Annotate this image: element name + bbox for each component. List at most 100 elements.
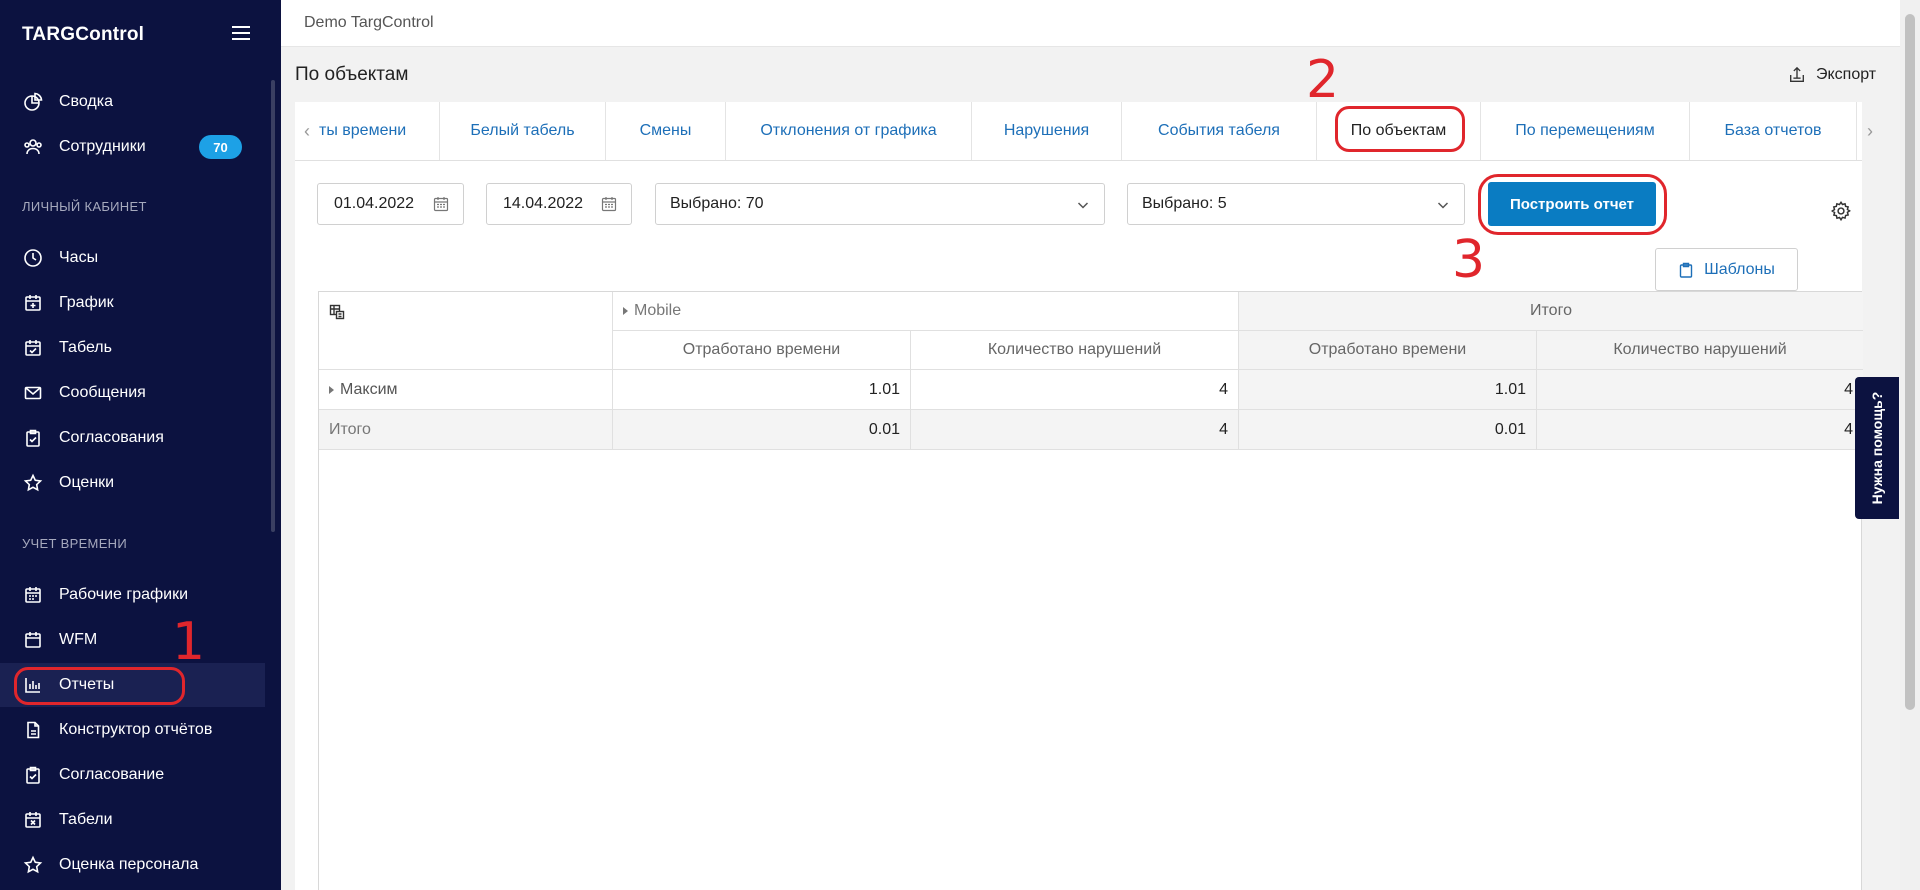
cell-total-worked: 0.01 bbox=[1239, 410, 1537, 450]
calendar-check-icon bbox=[22, 337, 44, 359]
help-label: Нужна помощь? bbox=[1869, 391, 1885, 505]
date-to-value: 14.04.2022 bbox=[503, 195, 584, 212]
sidebar-item-messages[interactable]: Сообщения bbox=[0, 371, 265, 415]
expand-triangle-icon[interactable] bbox=[623, 307, 628, 315]
sidebar-item-summary[interactable]: Сводка bbox=[0, 80, 265, 124]
menu-toggle-icon[interactable] bbox=[232, 26, 254, 42]
star-icon bbox=[22, 854, 44, 876]
chart-pie-icon bbox=[22, 91, 44, 113]
users-icon bbox=[22, 136, 44, 158]
tabs-scroll-left-icon[interactable]: ‹ bbox=[295, 102, 319, 160]
employees-select[interactable]: Выбрано: 70 bbox=[655, 183, 1105, 225]
report-tabs: ‹ ты времени Белый табель Смены Отклонен… bbox=[295, 102, 1862, 161]
objects-select-value: Выбрано: 5 bbox=[1142, 195, 1227, 212]
scrollbar-thumb[interactable] bbox=[1905, 14, 1915, 710]
pivot-group-mobile[interactable]: Mobile bbox=[613, 292, 1239, 331]
sidebar-item-label: Сообщения bbox=[59, 384, 146, 401]
sidebar-item-timesheets[interactable]: Табели bbox=[0, 798, 265, 842]
pivot-field-chooser-cell bbox=[319, 292, 613, 331]
sidebar-item-schedule[interactable]: График bbox=[0, 281, 265, 325]
pivot-grid: Mobile Итого Отработано времени Количест… bbox=[318, 291, 1863, 890]
pivot-group-mobile-label: Mobile bbox=[634, 302, 682, 319]
cell-total-worked: 1.01 bbox=[1239, 370, 1537, 410]
row-label: Максим bbox=[340, 380, 398, 398]
page-scrollbar[interactable] bbox=[1900, 0, 1920, 890]
sidebar-item-label: Рабочие графики bbox=[59, 586, 189, 603]
calendar-icon bbox=[22, 629, 44, 651]
sidebar-item-work-schedules[interactable]: Рабочие графики bbox=[0, 573, 265, 617]
field-chooser-icon[interactable] bbox=[329, 304, 345, 320]
cell-violations: 4 bbox=[911, 370, 1239, 410]
date-from-value: 01.04.2022 bbox=[334, 195, 415, 212]
employees-select-value: Выбрано: 70 bbox=[670, 195, 764, 212]
annotation-number-2: 2 bbox=[1306, 50, 1340, 110]
clock-icon bbox=[22, 247, 44, 269]
templates-button[interactable]: Шаблоны bbox=[1655, 248, 1798, 291]
clipboard-check-icon bbox=[22, 427, 44, 449]
sidebar-scrollbar[interactable] bbox=[271, 80, 275, 532]
cell-worked: 0.01 bbox=[613, 410, 911, 450]
cell-total-violations: 4 bbox=[1537, 370, 1863, 410]
sidebar-item-label: Оценка персонала bbox=[59, 856, 199, 873]
annotation-number-1: 1 bbox=[172, 612, 206, 672]
calendar-icon bbox=[433, 197, 449, 212]
tab-violations[interactable]: Нарушения bbox=[972, 102, 1122, 160]
export-button[interactable]: Экспорт bbox=[1788, 66, 1876, 84]
tab-by-movements[interactable]: По перемещениям bbox=[1481, 102, 1690, 160]
tab-timesheet-events[interactable]: События табеля bbox=[1122, 102, 1317, 160]
date-from-field[interactable]: 01.04.2022 bbox=[317, 183, 464, 225]
sidebar-item-approval[interactable]: Согласование bbox=[0, 753, 265, 797]
star-icon bbox=[22, 472, 44, 494]
sidebar-item-report-builder[interactable]: Конструктор отчётов bbox=[0, 708, 265, 752]
sidebar-item-wfm[interactable]: WFM bbox=[0, 618, 265, 662]
sidebar-item-label: Оценки bbox=[59, 474, 115, 491]
column-header-worked[interactable]: Отработано времени bbox=[613, 331, 911, 370]
pivot-row-header-empty bbox=[319, 331, 613, 370]
tab-reports-base[interactable]: База отчетов bbox=[1690, 102, 1857, 160]
tab-white-timesheet[interactable]: Белый табель bbox=[440, 102, 606, 160]
sidebar-item-approvals[interactable]: Согласования bbox=[0, 416, 265, 460]
sidebar-item-hours[interactable]: Часы bbox=[0, 236, 265, 280]
envelope-icon bbox=[22, 382, 44, 404]
document-icon bbox=[22, 719, 44, 741]
export-label: Экспорт bbox=[1816, 66, 1877, 83]
expand-triangle-icon[interactable] bbox=[329, 385, 334, 394]
cell-total-violations: 4 bbox=[1537, 410, 1863, 450]
objects-select[interactable]: Выбрано: 5 bbox=[1127, 183, 1465, 225]
sidebar-item-ratings[interactable]: Оценки bbox=[0, 461, 265, 505]
gear-icon[interactable] bbox=[1830, 200, 1852, 222]
chevron-right-icon[interactable]: › bbox=[1858, 102, 1882, 160]
tab-shifts[interactable]: Смены bbox=[606, 102, 726, 160]
sidebar-item-employees[interactable]: Сотрудники 70 bbox=[0, 125, 265, 169]
annotation-ring-build bbox=[1478, 174, 1667, 235]
date-to-field[interactable]: 14.04.2022 bbox=[486, 183, 632, 225]
tab-schedule-deviations[interactable]: Отклонения от графика bbox=[726, 102, 972, 160]
column-header-total-worked[interactable]: Отработано времени bbox=[1239, 331, 1537, 370]
calendar-grid-icon bbox=[22, 584, 44, 606]
total-row-label: Итого bbox=[319, 410, 613, 450]
sidebar-item-label: Сотрудники bbox=[59, 138, 146, 155]
export-icon bbox=[1790, 66, 1804, 82]
sidebar: TARGControl Сводка Сотрудники 70 ЛИЧНЫЙ … bbox=[0, 0, 281, 890]
chevron-down-icon bbox=[1077, 202, 1089, 209]
calendar-icon bbox=[601, 197, 617, 212]
annotation-ring-tab bbox=[1335, 106, 1465, 152]
tab-worked-time[interactable]: ты времени bbox=[319, 102, 440, 160]
top-bar: Demo TargControl bbox=[281, 0, 1900, 47]
column-header-violations[interactable]: Количество нарушений bbox=[911, 331, 1239, 370]
sidebar-item-label: Конструктор отчётов bbox=[59, 721, 213, 738]
page-title: По объектам bbox=[295, 64, 409, 85]
sidebar-item-staff-assessment[interactable]: Оценка персонала bbox=[0, 843, 265, 887]
annotation-ring-reports bbox=[14, 667, 185, 705]
sidebar-item-label: Согласования bbox=[59, 429, 164, 446]
table-row[interactable]: Максим bbox=[319, 370, 613, 410]
brand-logo[interactable]: TARGControl bbox=[22, 24, 144, 46]
pivot-group-total: Итого bbox=[1239, 292, 1863, 331]
column-header-total-violations[interactable]: Количество нарушений bbox=[1537, 331, 1863, 370]
chevron-down-icon bbox=[1437, 202, 1449, 209]
sidebar-item-timesheet[interactable]: Табель bbox=[0, 326, 265, 370]
help-tab[interactable]: Нужна помощь? bbox=[1855, 377, 1899, 519]
sidebar-item-label: Часы bbox=[59, 249, 99, 266]
employees-count-badge: 70 bbox=[199, 135, 242, 159]
section-personal-cabinet: ЛИЧНЫЙ КАБИНЕТ bbox=[22, 199, 147, 214]
